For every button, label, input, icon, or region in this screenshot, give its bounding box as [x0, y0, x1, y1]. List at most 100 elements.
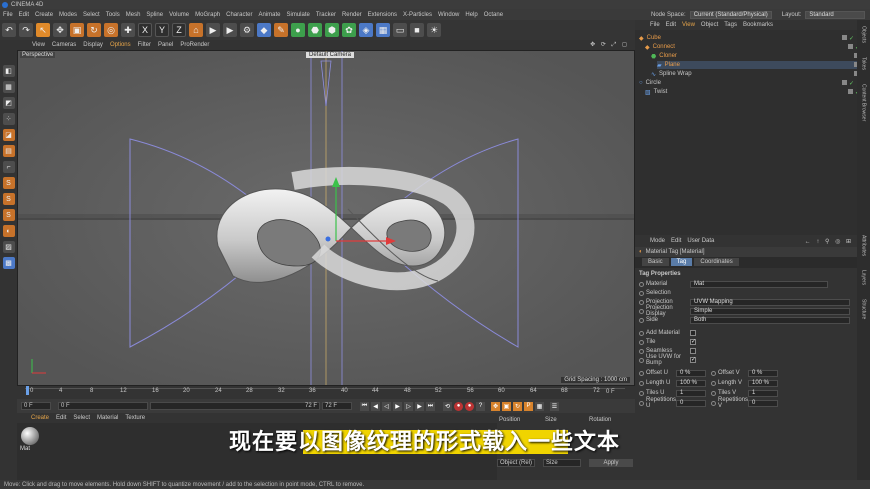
parameter-key-icon[interactable]: P: [524, 401, 533, 411]
material-name[interactable]: Mat: [20, 446, 30, 452]
obj-menu-tags[interactable]: Tags: [724, 22, 737, 28]
menu-spline[interactable]: Spline: [146, 12, 163, 18]
menu-character[interactable]: Character: [226, 12, 252, 18]
pen-icon[interactable]: ✎: [274, 23, 288, 37]
menu-file[interactable]: File: [3, 12, 13, 18]
tab-coordinates[interactable]: Coordinates: [694, 258, 739, 266]
make-editable-icon[interactable]: ◧: [2, 65, 15, 77]
object-row[interactable]: ▰ Plane ✓ ◐: [657, 61, 870, 69]
attr-nav-icons[interactable]: ← ↑ ⚲ ◎ ⊞: [805, 238, 853, 245]
length-v-field[interactable]: 100 %: [748, 379, 778, 387]
go-to-end-icon[interactable]: ⏭: [426, 401, 435, 411]
material-preview-icon[interactable]: [21, 427, 39, 445]
tile-checkbox[interactable]: ✓: [690, 339, 696, 345]
position-key-icon[interactable]: ✥: [491, 401, 500, 411]
coordinate-system-icon[interactable]: ⌂: [189, 23, 203, 37]
menu-animate[interactable]: Animate: [258, 12, 280, 18]
attr-menu-mode[interactable]: Mode: [650, 238, 665, 244]
timeline[interactable]: 0 4 8 12 16 20 24 28 32 36 40 44 48 52 5…: [17, 386, 635, 399]
vp-menu-view[interactable]: View: [32, 42, 45, 48]
material-field[interactable]: Mat: [690, 280, 828, 288]
menu-volume[interactable]: Volume: [169, 12, 189, 18]
obj-menu-bookmarks[interactable]: Bookmarks: [743, 22, 773, 28]
play-icon[interactable]: ▶: [393, 401, 402, 411]
z-axis-icon[interactable]: Z: [172, 23, 186, 37]
vp-menu-cameras[interactable]: Cameras: [52, 42, 76, 48]
menu-tools[interactable]: Tools: [106, 12, 120, 18]
render-settings-icon[interactable]: ⚙: [240, 23, 254, 37]
move-icon[interactable]: ✥: [53, 23, 67, 37]
previous-frame-icon[interactable]: ◁: [382, 401, 391, 411]
cloner-icon[interactable]: ⬣: [308, 23, 322, 37]
cube-icon[interactable]: ◆: [257, 23, 271, 37]
scale-key-icon[interactable]: ▣: [502, 401, 511, 411]
light-icon[interactable]: ☀: [427, 23, 441, 37]
current-frame-field[interactable]: 0 F: [21, 402, 51, 410]
rotation-key-icon[interactable]: ↻: [513, 401, 522, 411]
side-select[interactable]: Both: [690, 316, 850, 324]
subdivision-icon[interactable]: ●: [291, 23, 305, 37]
perspective-viewport[interactable]: Perspective Default Camera Grid Spacing …: [17, 50, 635, 386]
object-row[interactable]: ◆ Cube ✓: [639, 34, 854, 42]
tab-structure[interactable]: Structure: [861, 299, 867, 319]
max-frame-field[interactable]: 72 F: [322, 402, 352, 410]
object-row[interactable]: ▧ Twist ✓: [645, 88, 860, 96]
mat-menu-texture[interactable]: Texture: [125, 415, 145, 421]
use-uvw-checkbox[interactable]: ✓: [690, 357, 696, 363]
menu-extensions[interactable]: Extensions: [368, 12, 397, 18]
menu-modes[interactable]: Modes: [59, 12, 77, 18]
obj-menu-object[interactable]: Object: [701, 22, 718, 28]
previous-key-icon[interactable]: ◀: [371, 401, 380, 411]
redo-icon[interactable]: ↷: [19, 23, 33, 37]
scale-icon[interactable]: ▣: [70, 23, 84, 37]
camera-selector[interactable]: Default Camera: [306, 52, 355, 58]
points-mode-icon[interactable]: ⁘: [2, 113, 15, 125]
vp-menu-filter[interactable]: Filter: [138, 42, 151, 48]
tab-layers[interactable]: Layers: [861, 270, 867, 285]
vp-menu-panel[interactable]: Panel: [158, 42, 173, 48]
projection-display-select[interactable]: Simple: [690, 307, 850, 315]
offset-v-field[interactable]: 0 %: [748, 369, 778, 377]
tab-attributes[interactable]: Attributes: [861, 235, 867, 256]
array-icon[interactable]: ⬢: [325, 23, 339, 37]
undo-icon[interactable]: ↶: [2, 23, 16, 37]
keyframe-selection-icon[interactable]: ?: [476, 401, 485, 411]
solo-icon[interactable]: ◐: [2, 225, 15, 237]
menu-octane[interactable]: Octane: [484, 12, 503, 18]
object-row[interactable]: ◆ Connect ✓: [645, 43, 860, 51]
start-frame-field[interactable]: 0 F: [58, 402, 148, 410]
axis-mode-icon[interactable]: ⌐: [2, 161, 15, 173]
live-selection-icon[interactable]: ↖: [36, 23, 50, 37]
menu-select[interactable]: Select: [83, 12, 100, 18]
vp-menu-prorender[interactable]: ProRender: [180, 42, 209, 48]
node-space-select[interactable]: Current (Standard/Physical): [689, 10, 772, 19]
timeline-icon[interactable]: ☰: [550, 401, 559, 411]
offset-u-field[interactable]: 0 %: [676, 369, 706, 377]
edges-mode-icon[interactable]: ◪: [2, 129, 15, 141]
obj-menu-edit[interactable]: Edit: [666, 22, 676, 28]
next-key-icon[interactable]: ▶: [415, 401, 424, 411]
attr-menu-edit[interactable]: Edit: [671, 238, 681, 244]
mat-menu-material[interactable]: Material: [97, 415, 118, 421]
length-u-field[interactable]: 100 %: [676, 379, 706, 387]
render-view-icon[interactable]: ▶: [206, 23, 220, 37]
mat-menu-edit[interactable]: Edit: [56, 415, 66, 421]
texture-mode-icon[interactable]: ▦: [2, 81, 15, 93]
tab-content-browser[interactable]: Content Browser: [861, 84, 867, 121]
field-icon[interactable]: ▦: [376, 23, 390, 37]
tab-takes[interactable]: Takes: [861, 57, 867, 70]
snap-settings-icon[interactable]: S: [2, 193, 15, 205]
repetitions-v-field[interactable]: 0: [748, 399, 778, 407]
apply-button[interactable]: Apply: [589, 459, 633, 467]
recent-tools-icon[interactable]: ◎: [104, 23, 118, 37]
point-level-key-icon[interactable]: ▦: [535, 401, 544, 411]
floor-icon[interactable]: ▭: [393, 23, 407, 37]
menu-mesh[interactable]: Mesh: [126, 12, 141, 18]
repetitions-u-field[interactable]: 0: [676, 399, 706, 407]
seamless-checkbox[interactable]: [690, 348, 696, 354]
rotate-icon[interactable]: ↻: [87, 23, 101, 37]
tab-objects[interactable]: Objects: [861, 26, 867, 43]
tiles-u-field[interactable]: 1: [676, 389, 706, 397]
loop-icon[interactable]: ⟲: [443, 401, 452, 411]
record-icon[interactable]: ●: [454, 401, 463, 411]
